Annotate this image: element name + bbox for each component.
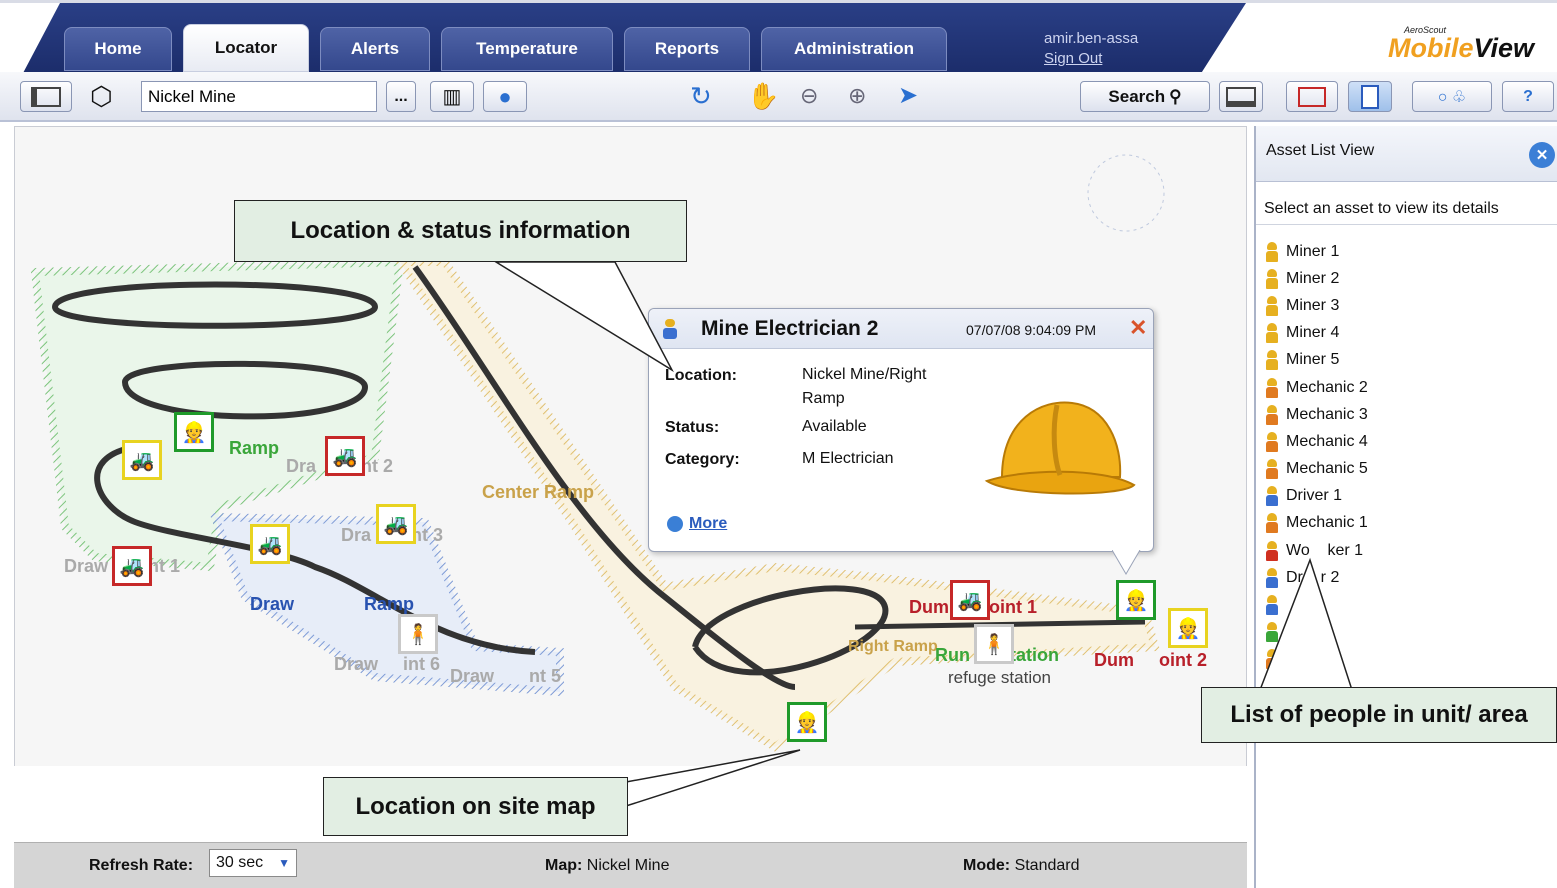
callout-pointers [493,261,1354,808]
callout-people-list: List of people in unit/ area [1201,687,1557,743]
mobileview-app: Home Locator Alerts Temperature Reports … [0,0,1557,888]
callout-status-info: Location & status information [234,200,687,262]
callout-site-map: Location on site map [323,777,628,836]
